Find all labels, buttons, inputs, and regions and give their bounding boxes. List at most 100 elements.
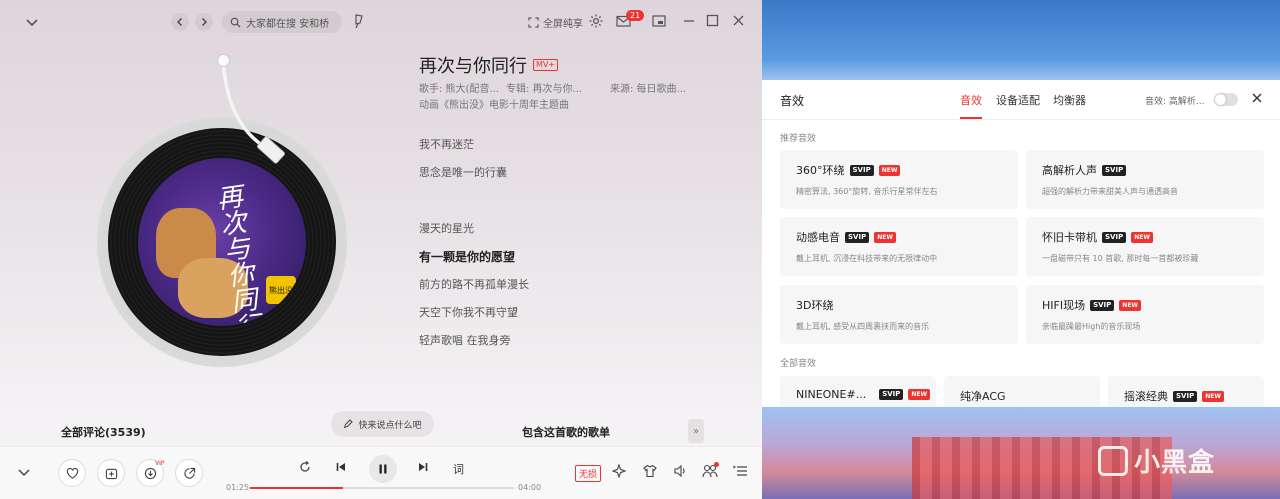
lyric-line: 思念是唯一的行囊 (419, 166, 507, 179)
effect-toggle[interactable] (1214, 93, 1238, 106)
effect-name: 动感电音 (796, 231, 840, 244)
heart-icon (66, 467, 78, 479)
gear-icon[interactable] (588, 13, 604, 29)
search-placeholder: 大家都在搜 安和桥 (246, 18, 330, 30)
repeat-icon[interactable] (299, 461, 311, 473)
effect-name: 摇滚经典 (1124, 390, 1168, 403)
close-icon[interactable] (1251, 92, 1263, 104)
progress-fill (250, 487, 344, 489)
effect-desc: 超强的解析力带来甜美人声与通透高音 (1042, 187, 1178, 196)
effect-card[interactable]: 高解析人声 SVIP 超强的解析力带来甜美人声与通透高音 (1026, 150, 1264, 209)
theme-skin-icon[interactable] (643, 464, 657, 478)
album-cover[interactable]: 再次与你同行 熊出没 (138, 158, 306, 326)
svip-badge: SVIP (1090, 299, 1115, 311)
chevron-down-icon[interactable] (17, 465, 31, 479)
svip-badge: SVIP (1102, 231, 1127, 243)
effect-card[interactable]: 摇滚经典 SVIP NEW (1108, 376, 1264, 407)
lyric-line: 前方的路不再孤单漫长 (419, 278, 529, 291)
effect-name: NINEONE#... (796, 388, 867, 401)
quality-button[interactable]: 无损 (575, 465, 602, 482)
recommended-section-label: 推荐音效 (780, 134, 817, 144)
mini-player-icon[interactable] (652, 14, 666, 28)
effect-name: 高解析人声 (1042, 164, 1097, 177)
write-comment-label: 快来说点什么吧 (358, 420, 422, 431)
fullscreen-label: 全屏纯享 (543, 19, 583, 30)
close-icon[interactable] (732, 14, 745, 27)
cover-logo: 熊出没 (266, 276, 296, 304)
lyric-line: 我不再迷茫 (419, 138, 474, 151)
new-badge: NEW (1119, 299, 1142, 311)
share-button[interactable] (175, 459, 203, 487)
volume-icon[interactable] (673, 464, 687, 478)
expand-button[interactable]: » (688, 419, 704, 443)
effect-card[interactable]: 360°环绕 SVIP NEW 精密算法, 360°旋转, 音乐行星常伴左右 (780, 150, 1018, 209)
next-track-icon[interactable] (418, 462, 428, 472)
notification-dot (714, 462, 719, 467)
collapse-chevron-icon[interactable] (24, 14, 40, 30)
effect-card[interactable]: NINEONE#... SVIP NEW (780, 376, 936, 407)
comments-title[interactable]: 全部评论(3539) (61, 424, 146, 440)
current-time: 01:25 (226, 483, 250, 492)
voice-search-icon[interactable] (352, 13, 366, 29)
previous-track-icon[interactable] (336, 462, 346, 472)
song-title-text: 再次与你同行 (419, 56, 527, 77)
effect-name: 怀旧卡带机 (1042, 231, 1097, 244)
lyric-line: 轻声歌唱 在我身旁 (419, 334, 511, 347)
effect-desc: 一盘磁带只有 10 首歌, 那时每一首都被珍藏 (1042, 254, 1199, 263)
effect-card[interactable]: 纯净ACG (944, 376, 1100, 407)
forward-button[interactable] (195, 13, 213, 31)
effect-card[interactable]: 动感电音 SVIP NEW 戴上耳机, 沉浸在科技带来的无限律动中 (780, 217, 1018, 276)
mv-badge[interactable]: MV+ (533, 59, 559, 71)
playback-bar: VIP 词 01:25 04:00 无损 (0, 446, 762, 499)
maximize-icon[interactable] (706, 14, 719, 27)
back-button[interactable] (171, 13, 189, 31)
song-description: 动画《熊出没》电影十周年主题曲 (419, 100, 569, 111)
song-singer[interactable]: 歌手: 熊大(配音... (419, 80, 499, 95)
effect-card[interactable]: 3D环绕 戴上耳机, 感受从四周裹挟而来的音乐 (780, 285, 1018, 344)
svip-badge: SVIP (849, 164, 874, 176)
effect-card[interactable]: 怀旧卡带机 SVIP NEW 一盘磁带只有 10 首歌, 那时每一首都被珍藏 (1026, 217, 1264, 276)
effect-name: 纯净ACG (960, 390, 1006, 403)
search-input[interactable]: 大家都在搜 安和桥 (222, 11, 342, 33)
new-badge: NEW (1131, 231, 1153, 243)
watermark: 小黑盒 (1098, 442, 1215, 479)
progress-slider[interactable] (250, 487, 514, 489)
minimize-icon[interactable] (682, 14, 696, 28)
song-source[interactable]: 来源: 每日歌曲... (610, 80, 686, 95)
pencil-icon (344, 419, 354, 429)
pause-button[interactable] (369, 455, 397, 483)
lyrics-toggle-button[interactable]: 词 (453, 461, 464, 477)
playlists-title[interactable]: 包含这首歌的歌单 (522, 424, 610, 440)
effect-desc: 戴上耳机, 感受从四周裹挟而来的音乐 (796, 322, 930, 331)
effect-name: 360°环绕 (796, 164, 845, 177)
watermark-text: 小黑盒 (1134, 448, 1216, 478)
song-album[interactable]: 专辑: 再次与你... (506, 80, 582, 95)
fullscreen-button[interactable]: 全屏纯享 (528, 15, 583, 30)
svip-badge: SVIP (1173, 390, 1198, 402)
like-button[interactable] (58, 459, 86, 487)
svip-badge: SVIP (845, 231, 870, 243)
song-title: 再次与你同行 MV+ (419, 52, 559, 78)
lyric-line: 漫天的星光 (419, 222, 474, 235)
mail-count-badge: 21 (626, 10, 645, 21)
sound-effect-icon[interactable] (612, 464, 626, 478)
effect-status: 音效: 高解析... (1145, 97, 1205, 107)
tab-device-adaptation[interactable]: 设备适配 (996, 92, 1040, 108)
effect-desc: 亲临最躁最High的音乐现场 (1042, 322, 1141, 331)
music-player: 大家都在搜 安和桥 全屏纯享 21 再次与你同行 熊出没 再次与你同行 MV+ … (0, 0, 762, 499)
watermark-logo-icon (1098, 445, 1128, 476)
sound-effects-panel: 音效 音效 设备适配 均衡器 音效: 高解析... 推荐音效 360°环绕 SVI… (762, 80, 1280, 407)
vip-badge: VIP (155, 460, 165, 467)
download-icon (144, 467, 156, 479)
effect-name: 3D环绕 (796, 299, 834, 312)
playlist-queue-icon[interactable] (733, 465, 747, 477)
tab-sound-effects[interactable]: 音效 (960, 92, 982, 108)
effect-card[interactable]: HIFI现场 SVIP NEW 亲临最躁最High的音乐现场 (1026, 285, 1264, 344)
tab-equalizer[interactable]: 均衡器 (1053, 92, 1086, 108)
add-to-playlist-button[interactable] (97, 459, 125, 487)
write-comment-button[interactable]: 快来说点什么吧 (331, 411, 434, 437)
all-effects-section-label: 全部音效 (780, 359, 817, 369)
effect-desc: 戴上耳机, 沉浸在科技带来的无限律动中 (796, 254, 938, 263)
divider (762, 119, 1280, 120)
add-to-playlist-icon (105, 468, 117, 479)
